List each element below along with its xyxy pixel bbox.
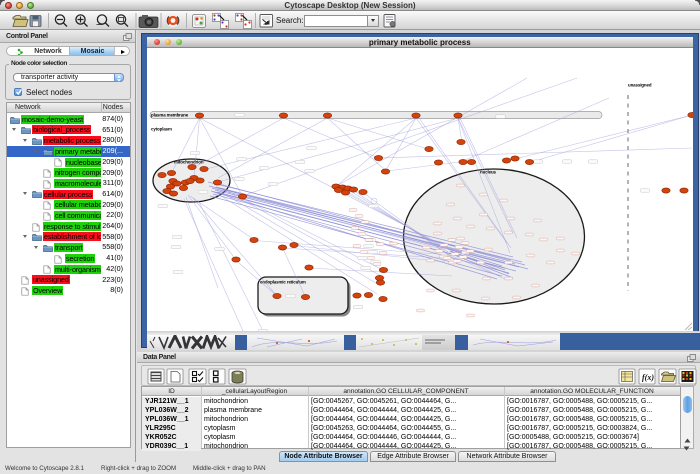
svg-text:unassigned: unassigned	[628, 82, 652, 87]
svg-text:cytoplasm: cytoplasm	[151, 126, 172, 131]
svg-text:f(x): f(x)	[642, 373, 654, 382]
svg-text:plasma membrane: plasma membrane	[151, 112, 189, 117]
svg-text:mitochondrion: mitochondrion	[174, 159, 204, 164]
svg-text:nucleus: nucleus	[480, 169, 497, 174]
